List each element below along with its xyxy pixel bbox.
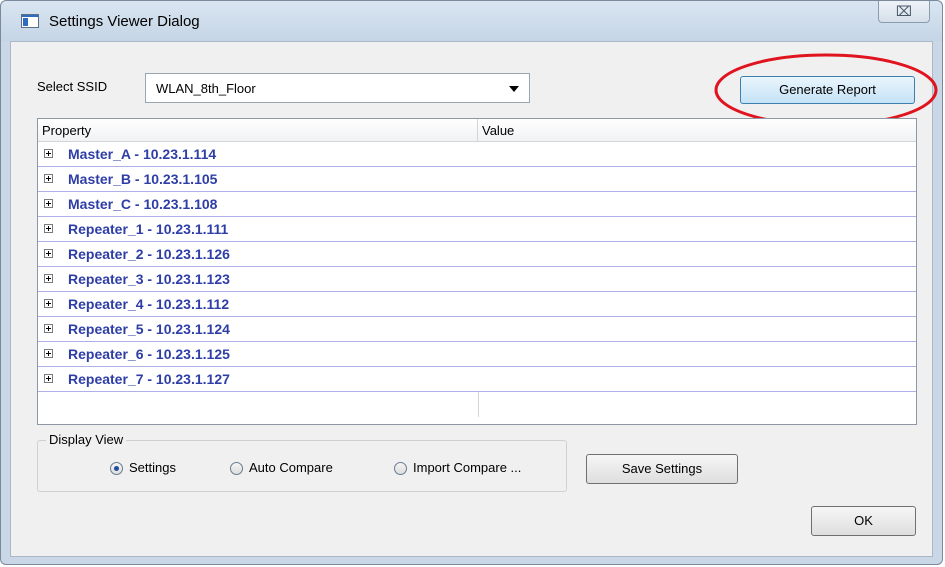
column-header-value-label: Value: [482, 123, 515, 138]
radio-import-compare[interactable]: [394, 462, 407, 475]
display-view-title: Display View: [46, 432, 127, 447]
plus-box-icon[interactable]: [44, 224, 53, 233]
radio-auto-compare[interactable]: [230, 462, 243, 475]
tree-row-label: Master_C - 10.23.1.108: [68, 196, 218, 212]
tree-header: Property Value: [38, 119, 916, 142]
generate-report-button[interactable]: Generate Report: [740, 76, 915, 104]
select-ssid-label: Select SSID: [37, 79, 108, 94]
settings-viewer-dialog: Settings Viewer Dialog ⌧ Select SSID WLA…: [0, 0, 943, 565]
radio-settings[interactable]: [110, 462, 123, 475]
tree-row[interactable]: Master_A - 10.23.1.114: [38, 142, 916, 167]
column-header-property[interactable]: Property: [38, 119, 478, 141]
tree-row[interactable]: Repeater_6 - 10.23.1.125: [38, 342, 916, 367]
chevron-down-icon: [509, 86, 519, 92]
settings-tree-view[interactable]: Property Value Master_A - 10.23.1.114 Ma…: [37, 118, 917, 425]
plus-box-icon[interactable]: [44, 199, 53, 208]
tree-empty-row: [38, 392, 916, 417]
tree-row-label: Repeater_2 - 10.23.1.126: [68, 246, 230, 262]
tree-row[interactable]: Master_B - 10.23.1.105: [38, 167, 916, 192]
plus-box-icon[interactable]: [44, 249, 53, 258]
ssid-select[interactable]: WLAN_8th_Floor: [145, 73, 530, 103]
tree-row-label: Repeater_3 - 10.23.1.123: [68, 271, 230, 287]
plus-box-icon[interactable]: [44, 374, 53, 383]
tree-row-label: Repeater_5 - 10.23.1.124: [68, 321, 230, 337]
plus-box-icon[interactable]: [44, 349, 53, 358]
close-button[interactable]: ⌧: [878, 1, 930, 23]
tree-row[interactable]: Repeater_4 - 10.23.1.112: [38, 292, 916, 317]
plus-box-icon[interactable]: [44, 274, 53, 283]
tree-row-label: Repeater_4 - 10.23.1.112: [68, 296, 230, 312]
column-header-value[interactable]: Value: [478, 119, 916, 141]
tree-row[interactable]: Master_C - 10.23.1.108: [38, 192, 916, 217]
tree-row[interactable]: Repeater_7 - 10.23.1.127: [38, 367, 916, 392]
radio-import-compare-label[interactable]: Import Compare ...: [413, 460, 521, 475]
tree-row-label: Repeater_7 - 10.23.1.127: [68, 371, 230, 387]
radio-auto-compare-label[interactable]: Auto Compare: [249, 460, 333, 475]
tree-row[interactable]: Repeater_2 - 10.23.1.126: [38, 242, 916, 267]
app-window-icon: [21, 14, 39, 28]
tree-row[interactable]: Repeater_3 - 10.23.1.123: [38, 267, 916, 292]
plus-box-icon[interactable]: [44, 174, 53, 183]
dialog-client-area: Select SSID WLAN_8th_Floor Generate Repo…: [10, 41, 938, 557]
tree-body: Master_A - 10.23.1.114 Master_B - 10.23.…: [38, 142, 916, 417]
tree-row[interactable]: Repeater_5 - 10.23.1.124: [38, 317, 916, 342]
tree-row-label: Master_A - 10.23.1.114: [68, 146, 217, 162]
ok-button[interactable]: OK: [811, 506, 916, 536]
column-header-property-label: Property: [42, 123, 92, 138]
tree-row-label: Repeater_6 - 10.23.1.125: [68, 346, 230, 362]
display-view-group: Display View Settings Auto Compare Impor…: [37, 432, 567, 492]
column-divider: [478, 392, 479, 417]
plus-box-icon[interactable]: [44, 299, 53, 308]
ssid-selected-value: WLAN_8th_Floor: [156, 81, 256, 96]
plus-box-icon[interactable]: [44, 149, 53, 158]
tree-row-label: Repeater_1 - 10.23.1.111: [68, 221, 229, 237]
title-bar: Settings Viewer Dialog ⌧: [1, 1, 942, 41]
window-title: Settings Viewer Dialog: [49, 13, 200, 30]
save-settings-button[interactable]: Save Settings: [586, 454, 738, 484]
tree-row[interactable]: Repeater_1 - 10.23.1.111: [38, 217, 916, 242]
radio-settings-label[interactable]: Settings: [129, 460, 176, 475]
plus-box-icon[interactable]: [44, 324, 53, 333]
tree-row-label: Master_B - 10.23.1.105: [68, 171, 218, 187]
